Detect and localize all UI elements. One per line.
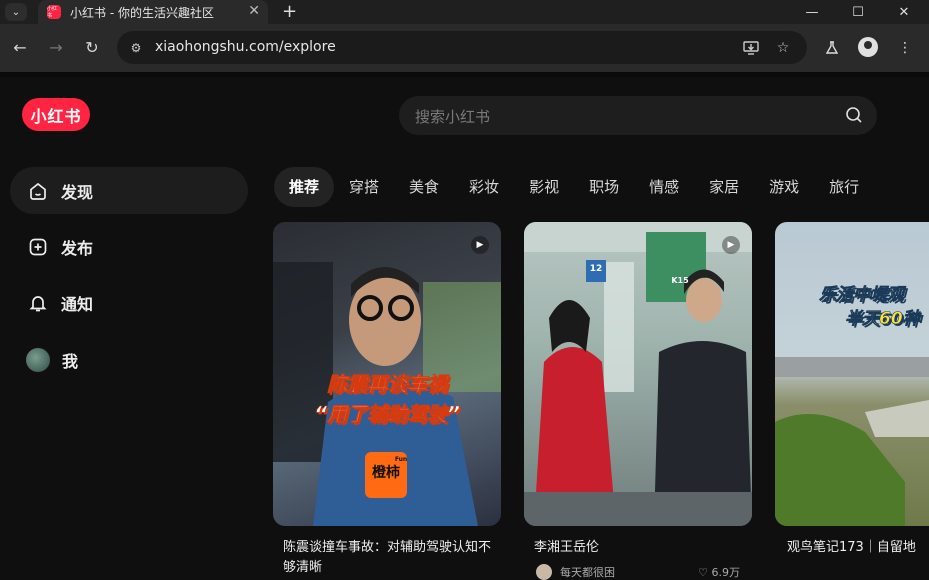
card-title[interactable]: 观鸟笔记173｜自留地 xyxy=(775,538,927,558)
cover-overlay-text: 半天60种 xyxy=(845,309,920,330)
sidebar-item-notifications[interactable]: 通知 xyxy=(10,279,248,326)
category-tabs: 推荐 穿搭 美食 彩妆 影视 职场 情感 家居 游戏 旅行 xyxy=(274,167,874,207)
browser-tab-strip: ⌄ 小红书 小红书 - 你的生活兴趣社区 ✕ + — ☐ ✕ xyxy=(0,0,929,24)
card-title[interactable]: 李湘王岳伦 xyxy=(524,538,752,558)
sign-number: 12 xyxy=(589,264,603,274)
tab-makeup[interactable]: 彩妆 xyxy=(454,167,514,207)
home-icon xyxy=(28,181,48,201)
avatar xyxy=(26,347,50,372)
sidebar-item-discover[interactable]: 发现 xyxy=(10,167,248,214)
tab-career[interactable]: 职场 xyxy=(574,167,634,207)
url-text[interactable]: xiaohongshu.com/explore xyxy=(155,39,336,55)
close-window-icon[interactable]: ✕ xyxy=(881,0,927,24)
author-name[interactable]: 每天都很困 xyxy=(560,564,615,580)
tab-search-button[interactable]: ⌄ xyxy=(5,3,27,21)
brand-sub: Fun xyxy=(394,456,408,463)
author-avatar[interactable] xyxy=(536,564,552,580)
forward-icon[interactable]: → xyxy=(44,35,68,59)
cover-overlay-text: 陈震再谈车祸 xyxy=(327,372,448,397)
new-tab-icon[interactable]: + xyxy=(282,1,297,22)
heart-icon[interactable]: ♡ xyxy=(698,566,708,579)
sign-code: K15 xyxy=(671,276,689,285)
labs-flask-icon[interactable] xyxy=(820,36,844,60)
tab-close-icon[interactable]: ✕ xyxy=(248,3,260,19)
tab-travel[interactable]: 旅行 xyxy=(814,167,874,207)
cover-art xyxy=(775,357,929,526)
tab-film[interactable]: 影视 xyxy=(514,167,574,207)
tab-games[interactable]: 游戏 xyxy=(754,167,814,207)
browser-toolbar: ← → ↻ ⚙ xiaohongshu.com/explore ☆ ⋮ xyxy=(0,24,929,72)
site-logo[interactable]: 小红书 xyxy=(22,98,90,131)
search-icon[interactable] xyxy=(845,106,863,124)
video-play-icon: ▶ xyxy=(471,236,489,254)
separator xyxy=(0,72,929,77)
bell-icon xyxy=(28,293,48,313)
card-meta: 每天都很困 ♡ 6.9万 xyxy=(524,564,752,580)
card-cover-image[interactable]: 12 K15 ▶ xyxy=(524,222,752,526)
like-count[interactable]: ♡ 6.9万 xyxy=(698,564,740,580)
cover-art xyxy=(524,222,752,526)
sidebar-item-label: 发布 xyxy=(61,238,94,258)
card-cover-image[interactable]: 乐活中堤观 半天60种 xyxy=(775,222,929,526)
tab-food[interactable]: 美食 xyxy=(394,167,454,207)
minimize-icon[interactable]: — xyxy=(789,0,835,24)
sidebar-item-label: 通知 xyxy=(61,294,94,314)
tab-home[interactable]: 家居 xyxy=(694,167,754,207)
reload-icon[interactable]: ↻ xyxy=(80,35,104,59)
feed-card[interactable]: 12 K15 ▶ 李湘王岳伦 每天都很困 ♡ 6.9万 xyxy=(524,222,752,580)
sidebar-item-label: 我 xyxy=(62,351,79,371)
maximize-icon[interactable]: ☐ xyxy=(835,0,881,24)
favicon-icon: 小红书 xyxy=(47,5,61,19)
menu-kebab-icon[interactable]: ⋮ xyxy=(893,36,917,60)
cover-overlay-text: 乐活中堤观 xyxy=(819,285,905,306)
tab-emotion[interactable]: 情感 xyxy=(634,167,694,207)
card-title[interactable]: 陈震谈撞车事故：对辅助驾驶认知不够清晰 xyxy=(273,538,501,578)
feed-card[interactable]: ▶ 陈震再谈车祸 “用了辅助驾驶” 橙柿 Fun 陈震谈撞车事故：对辅助驾驶认知… xyxy=(273,222,501,578)
sidebar-item-me[interactable]: 我 xyxy=(10,336,248,383)
sidebar-item-label: 发现 xyxy=(61,182,94,202)
install-app-icon[interactable] xyxy=(740,37,762,59)
tab-fashion[interactable]: 穿搭 xyxy=(334,167,394,207)
bookmark-star-icon[interactable]: ☆ xyxy=(772,37,794,59)
card-cover-image[interactable]: ▶ 陈震再谈车祸 “用了辅助驾驶” 橙柿 Fun xyxy=(273,222,501,526)
plus-square-icon xyxy=(28,237,48,257)
address-bar[interactable]: ⚙ xiaohongshu.com/explore ☆ xyxy=(117,31,807,64)
cover-overlay-text: “用了辅助驾驶” xyxy=(314,402,460,427)
search-placeholder: 搜索小红书 xyxy=(415,108,491,126)
back-icon[interactable]: ← xyxy=(8,35,32,59)
brand-watermark: 橙柿 xyxy=(372,465,400,481)
browser-tab[interactable]: 小红书 小红书 - 你的生活兴趣社区 ✕ xyxy=(38,0,268,24)
video-play-icon: ▶ xyxy=(722,236,740,254)
tab-title: 小红书 - 你的生活兴趣社区 xyxy=(70,5,214,20)
sidebar-item-publish[interactable]: 发布 xyxy=(10,223,248,270)
search-input[interactable]: 搜索小红书 xyxy=(399,96,877,135)
profile-avatar-icon[interactable] xyxy=(858,37,878,57)
feed-card[interactable]: 乐活中堤观 半天60种 观鸟笔记173｜自留地 xyxy=(775,222,929,558)
tab-recommend[interactable]: 推荐 xyxy=(274,167,335,207)
site-info-icon[interactable]: ⚙ xyxy=(127,39,145,57)
